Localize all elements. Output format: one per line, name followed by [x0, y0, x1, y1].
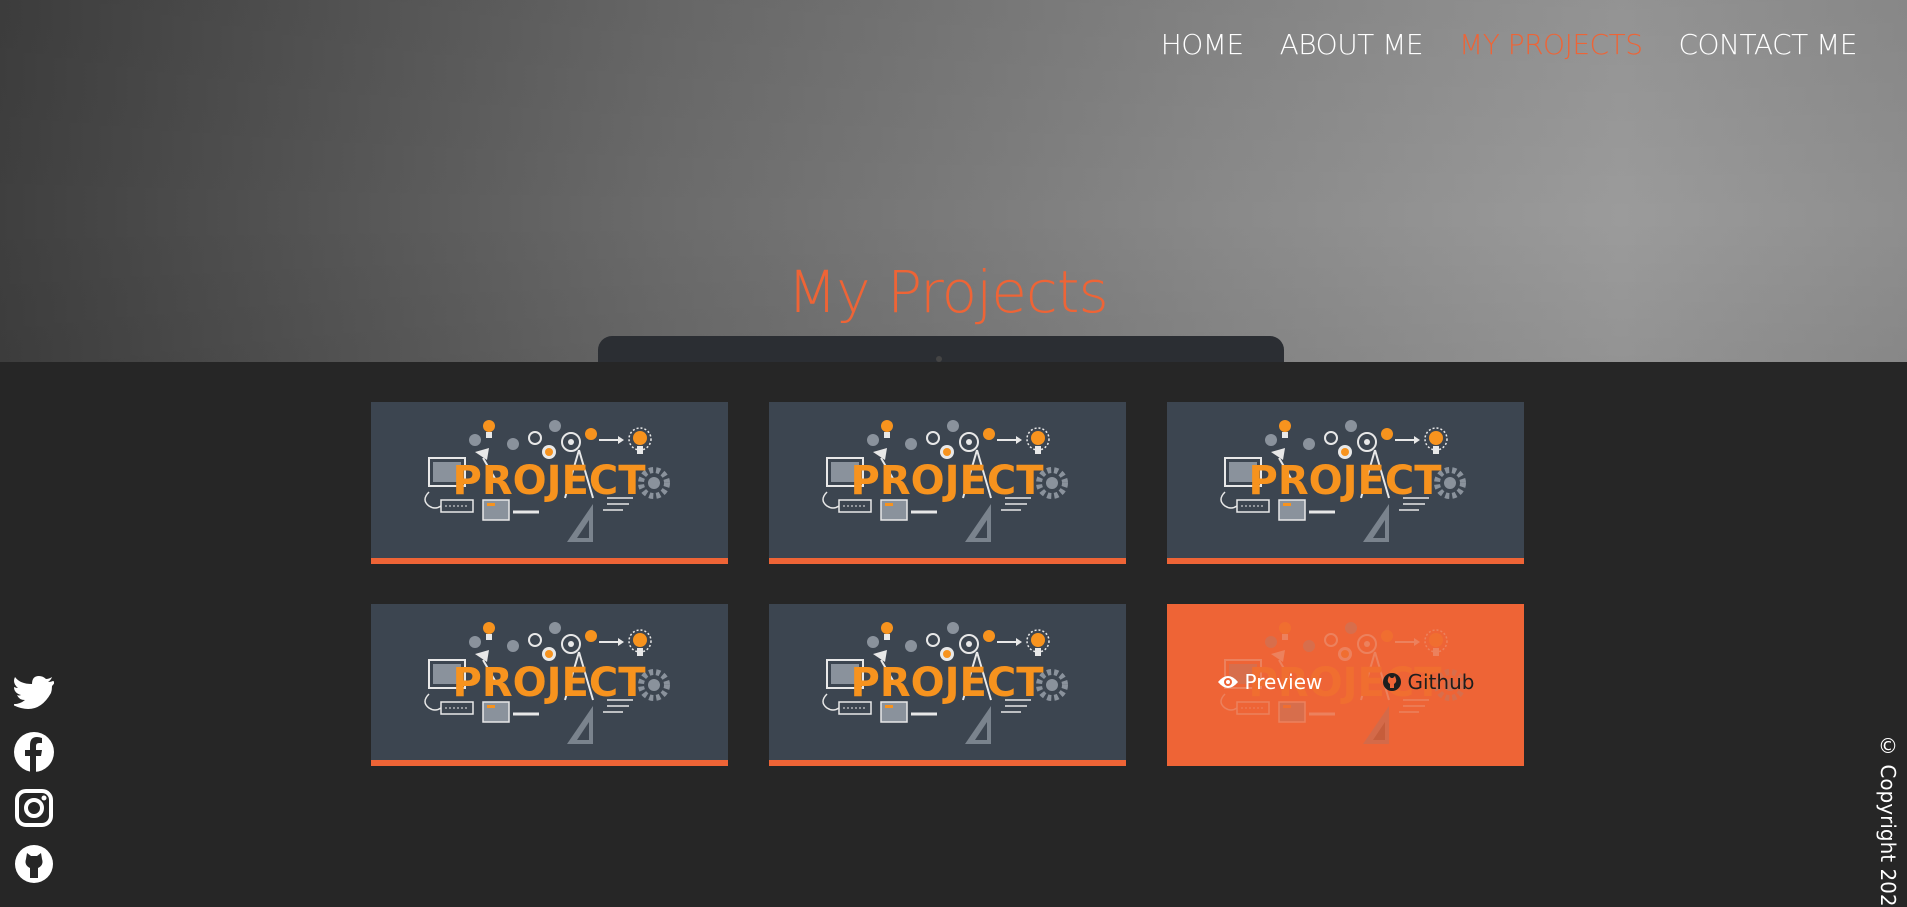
- project-image: PROJECT: [1167, 402, 1524, 558]
- eye-icon: [1217, 676, 1238, 688]
- project-card-5[interactable]: PROJECT: [769, 604, 1126, 766]
- project-image-text: PROJECT: [851, 458, 1045, 504]
- page-title: My Projects: [787, 258, 1108, 326]
- project-image-text: PROJECT: [851, 660, 1045, 706]
- project-image: PROJECT: [769, 402, 1126, 558]
- hero-banner: HOME ABOUT ME MY PROJECTS CONTACT ME My …: [0, 0, 1907, 362]
- projects-grid: PROJECT PROJECT PROJECT PROJECT PROJECT …: [371, 402, 1524, 766]
- laptop-camera: [936, 356, 942, 362]
- preview-label: Preview: [1244, 670, 1323, 694]
- project-image: PROJECT: [769, 604, 1126, 760]
- nav-about-me[interactable]: ABOUT ME: [1280, 28, 1424, 61]
- project-image: PROJECT: [371, 402, 728, 558]
- copyright-text: © Copyright 202: [1876, 734, 1900, 907]
- preview-button[interactable]: Preview: [1217, 670, 1323, 694]
- github-label: Github: [1407, 670, 1475, 694]
- nav-my-projects[interactable]: MY PROJECTS: [1459, 28, 1643, 61]
- instagram-icon[interactable]: [14, 788, 54, 828]
- nav-home[interactable]: HOME: [1161, 28, 1244, 61]
- project-image-text: PROJECT: [1249, 458, 1443, 504]
- github-icon: [1382, 673, 1401, 691]
- twitter-icon[interactable]: [11, 676, 55, 716]
- project-image-text: PROJECT: [453, 458, 647, 504]
- project-image: PROJECT: [371, 604, 728, 760]
- project-card-2[interactable]: PROJECT: [769, 402, 1126, 564]
- project-image-text: PROJECT: [453, 660, 647, 706]
- social-links: [11, 676, 55, 884]
- github-button[interactable]: Github: [1382, 670, 1475, 694]
- project-card-overlay: Preview Github: [1167, 604, 1524, 760]
- project-card-3[interactable]: PROJECT: [1167, 402, 1524, 564]
- nav-contact-me[interactable]: CONTACT ME: [1678, 28, 1857, 61]
- project-card-6[interactable]: PROJECT Preview Github: [1167, 604, 1524, 766]
- laptop-image: [598, 336, 1284, 362]
- project-card-1[interactable]: PROJECT: [371, 402, 728, 564]
- github-icon[interactable]: [14, 844, 54, 884]
- project-card-4[interactable]: PROJECT: [371, 604, 728, 766]
- top-nav: HOME ABOUT ME MY PROJECTS CONTACT ME: [1161, 28, 1858, 61]
- facebook-icon[interactable]: [14, 732, 54, 772]
